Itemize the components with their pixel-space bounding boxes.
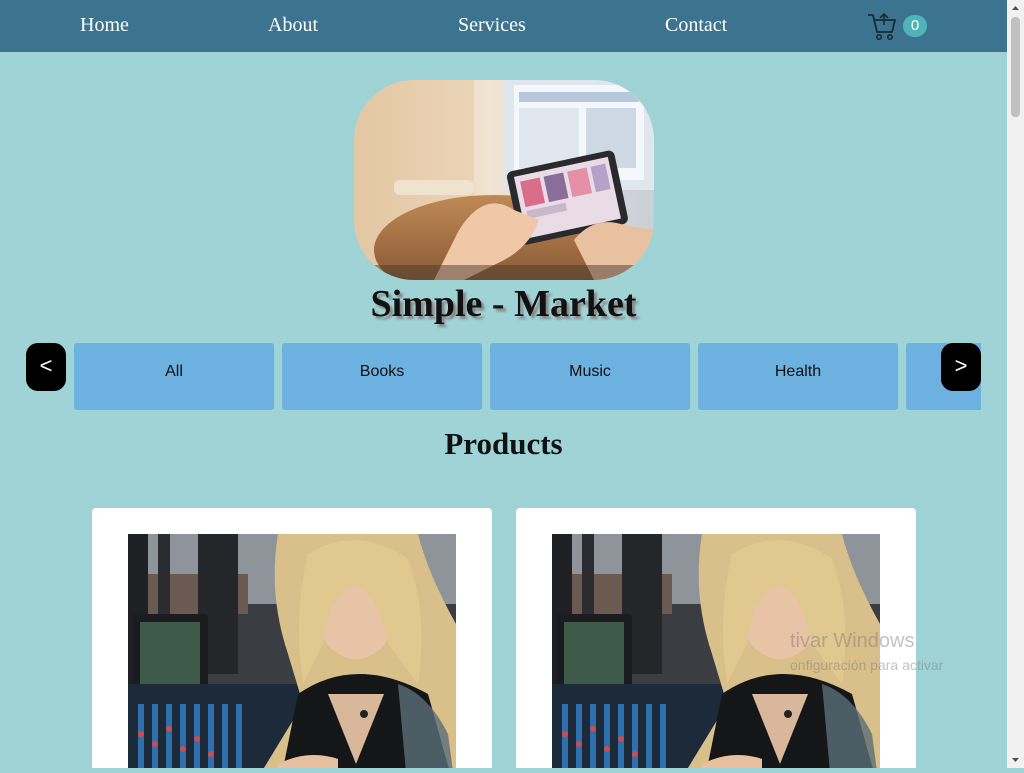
category-health-button[interactable]: Health (698, 343, 898, 410)
carousel-prev-button[interactable]: < (26, 343, 66, 391)
carousel-next-button[interactable]: > (941, 343, 981, 391)
category-music-button[interactable]: Music (490, 343, 690, 410)
category-books-button[interactable]: Books (282, 343, 482, 410)
product-image[interactable] (128, 534, 456, 768)
scroll-down-arrow-icon[interactable] (1007, 751, 1024, 768)
scrollbar-thumb[interactable] (1011, 17, 1020, 117)
nav-contact-link[interactable]: Contact (665, 14, 727, 37)
watermark-subtitle: onfiguración para activar (790, 657, 944, 673)
nav-about-link[interactable]: About (268, 14, 318, 37)
page: Home About Services Contact 0 Simple - M… (0, 0, 1007, 768)
site-title: Simple - Market (370, 283, 637, 325)
cart-count-badge: 0 (903, 15, 927, 37)
navbar: Home About Services Contact 0 (0, 0, 1007, 52)
product-card[interactable] (92, 508, 492, 768)
scroll-up-arrow-icon[interactable] (1007, 0, 1024, 17)
nav-services-link[interactable]: Services (458, 14, 526, 37)
cart-icon (868, 12, 896, 40)
cart-button[interactable]: 0 (866, 10, 930, 42)
nav-home-link[interactable]: Home (80, 14, 129, 37)
category-carousel: All Books Music Health (74, 343, 981, 411)
hero-image (354, 80, 654, 280)
category-all-button[interactable]: All (74, 343, 274, 410)
vertical-scrollbar[interactable] (1007, 0, 1024, 768)
products-heading: Products (444, 426, 563, 461)
watermark-title: tivar Windows (790, 630, 915, 652)
windows-activation-watermark: tivar Windows onfiguración para activar (790, 630, 943, 673)
